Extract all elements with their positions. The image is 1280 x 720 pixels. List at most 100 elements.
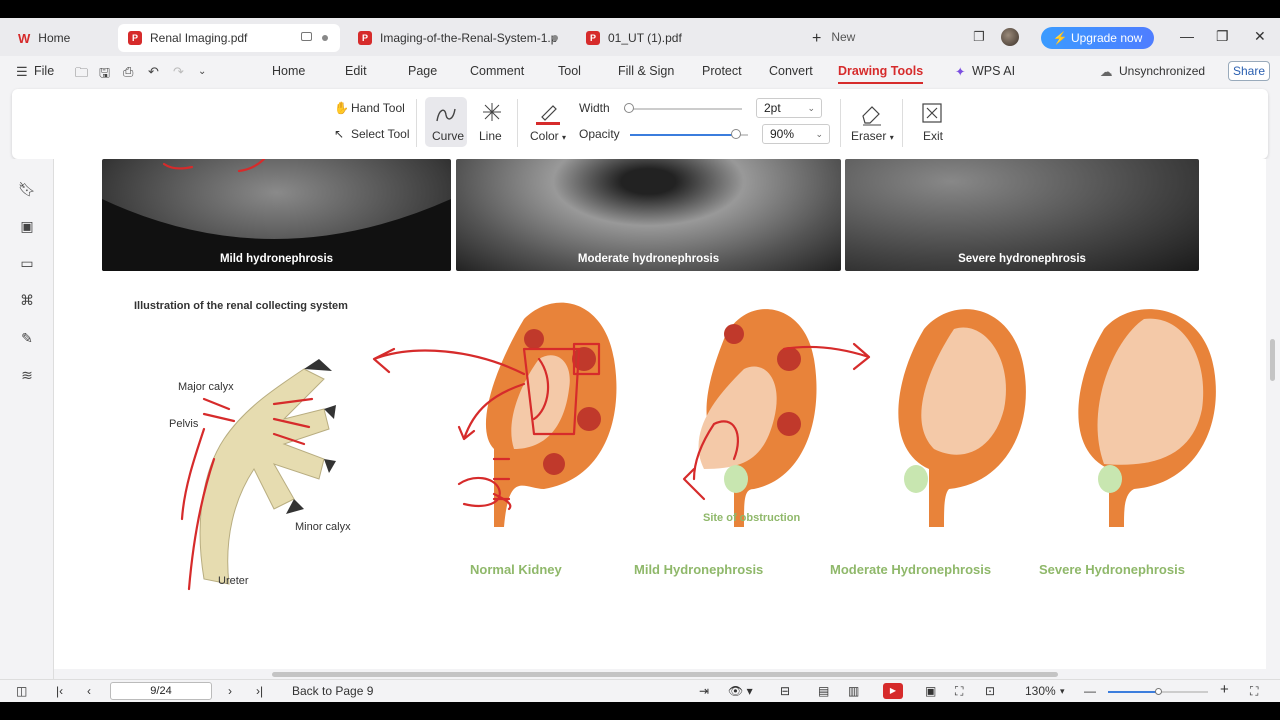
hamburger-icon[interactable]: ☰ <box>16 64 28 80</box>
vertical-scrollbar-thumb[interactable] <box>1270 339 1275 381</box>
minimize-icon[interactable]: — <box>1180 28 1194 44</box>
zoom-out-icon[interactable]: — <box>1084 684 1096 698</box>
chevron-down-icon: ⌄ <box>807 103 815 113</box>
exit-label: Exit <box>923 129 944 143</box>
window-layout-icon[interactable]: ❐ <box>972 30 986 44</box>
color-button[interactable]: Color ▾ <box>527 97 569 147</box>
tab-imaging-label: Imaging-of-the-Renal-System-1.p <box>380 31 558 45</box>
menu-comment[interactable]: Comment <box>470 64 524 78</box>
play-slideshow-icon[interactable]: ▶ <box>883 683 903 699</box>
first-page-icon[interactable]: |‹ <box>56 684 63 698</box>
ink-annotations[interactable] <box>54 159 1266 669</box>
color-swatch <box>536 122 560 125</box>
curve-icon <box>436 108 456 122</box>
horizontal-scrollbar-thumb[interactable] <box>272 672 1058 677</box>
menu-page[interactable]: Page <box>408 64 437 78</box>
left-sidebar: 🔖︎ ▣ ▭ ⌘ ✎ ≋ <box>0 159 54 679</box>
pdf-icon: P <box>586 31 600 45</box>
upgrade-button[interactable]: ⚡ Upgrade now <box>1041 27 1154 49</box>
menu-tool[interactable]: Tool <box>558 64 581 78</box>
chevron-down-icon[interactable]: ⌄ <box>198 66 206 77</box>
export-icon[interactable]: ⇥ <box>699 684 709 698</box>
menu-protect[interactable]: Protect <box>702 64 742 78</box>
menu-edit[interactable]: Edit <box>345 64 367 78</box>
tab-01-ut[interactable]: P 01_UT (1).pdf <box>576 24 798 52</box>
tab-renal-imaging[interactable]: P Renal Imaging.pdf <box>118 24 340 52</box>
plus-icon: + <box>812 30 822 47</box>
vertical-scrollbar[interactable] <box>1266 159 1280 679</box>
tab-home-label: Home <box>38 31 71 45</box>
status-bar: ◫ |‹ ‹ 9/24 › ›| Back to Page 9 ⇥ 👁︎ ▾ ⊟… <box>0 679 1280 702</box>
document-page[interactable]: Mild hydronephrosis Moderate hydronephro… <box>54 159 1266 669</box>
monitor-icon[interactable] <box>301 32 312 41</box>
divider <box>840 99 841 147</box>
chevron-down-icon[interactable]: ▾ <box>1060 686 1065 697</box>
single-page-icon[interactable]: ▤ <box>818 684 829 698</box>
menu-file[interactable]: File <box>34 64 54 78</box>
restore-icon[interactable]: ❐ <box>1216 28 1229 45</box>
signature-icon[interactable]: ✎ <box>18 330 36 348</box>
hand-tool-button[interactable]: Hand Tool <box>351 101 405 115</box>
unsaved-dot-icon[interactable] <box>552 35 558 41</box>
opacity-slider-knob[interactable] <box>731 129 742 139</box>
cursor-icon: ↖ <box>334 127 345 141</box>
attachment-icon[interactable]: ⌘ <box>18 292 36 310</box>
wps-pdf-window: W Home P Renal Imaging.pdf P Imaging-of-… <box>0 18 1280 702</box>
last-page-icon[interactable]: ›| <box>256 684 263 698</box>
opacity-slider-fill <box>630 134 737 136</box>
share-button[interactable]: Share <box>1228 61 1270 81</box>
prev-page-icon[interactable]: ‹ <box>87 684 91 698</box>
next-page-icon[interactable]: › <box>228 684 232 698</box>
eraser-button[interactable]: Eraser ▾ <box>848 97 894 147</box>
chevron-down-icon: ▾ <box>562 133 567 142</box>
save-icon[interactable]: 🖫 <box>99 64 110 86</box>
zoom-slider-knob[interactable] <box>1155 688 1162 695</box>
redo-icon[interactable]: ↷ <box>173 64 184 80</box>
layers-icon[interactable]: ≋ <box>18 367 36 385</box>
zoom-level[interactable]: 130% <box>1025 684 1056 698</box>
menu-wps-ai[interactable]: WPS AI <box>972 64 1015 78</box>
menu-fill-sign[interactable]: Fill & Sign <box>618 64 674 78</box>
select-tool-button[interactable]: Select Tool <box>351 127 409 141</box>
new-tab-label: New <box>831 30 856 44</box>
fullscreen-icon[interactable]: ⛶ <box>955 684 963 699</box>
tab-home[interactable]: W Home <box>8 24 112 52</box>
new-tab-button[interactable]: + New <box>812 30 855 48</box>
two-page-icon[interactable]: ▥ <box>848 684 859 698</box>
back-to-page-link[interactable]: Back to Page 9 <box>292 684 373 698</box>
thumbnail-icon[interactable]: ▣ <box>18 218 36 236</box>
page-number-input[interactable]: 9/24 <box>110 682 212 700</box>
curve-button[interactable]: Curve <box>425 97 467 147</box>
tab-imaging-renal-system[interactable]: P Imaging-of-the-Renal-System-1.p <box>348 24 570 52</box>
eye-icon[interactable]: 👁︎ ▾ <box>728 684 753 698</box>
menu-convert[interactable]: Convert <box>769 64 813 78</box>
color-label-text: Color <box>530 129 559 143</box>
unsaved-dot-icon[interactable] <box>322 35 328 41</box>
line-button[interactable]: Line <box>474 97 510 147</box>
close-icon[interactable]: ✕ <box>1254 28 1266 45</box>
menu-drawing-tools[interactable]: Drawing Tools <box>838 64 924 84</box>
tab-ut-label: 01_UT (1).pdf <box>608 31 682 45</box>
comment-icon[interactable]: ▭ <box>18 255 36 273</box>
print-icon[interactable]: ⎙ <box>123 64 133 80</box>
divider <box>517 99 518 147</box>
crop-icon[interactable]: ⊡ <box>985 684 995 698</box>
avatar[interactable] <box>1001 28 1019 46</box>
fit-width-icon[interactable]: ⊟ <box>780 684 790 698</box>
width-slider-knob[interactable] <box>624 103 634 113</box>
width-slider[interactable] <box>624 108 742 110</box>
reading-mode-icon[interactable]: ▣ <box>925 684 936 698</box>
exit-button[interactable]: Exit <box>916 97 950 147</box>
width-select[interactable]: 2pt ⌄ <box>756 98 822 118</box>
open-folder-icon[interactable]: 🗀 <box>75 64 88 86</box>
divider <box>416 99 417 147</box>
menu-home[interactable]: Home <box>272 64 305 78</box>
opacity-select[interactable]: 90% ⌄ <box>762 124 830 144</box>
bookmark-icon[interactable]: 🔖︎ <box>18 181 36 199</box>
unsynchronized-status[interactable]: Unsynchronized <box>1119 64 1205 78</box>
undo-icon[interactable]: ↶ <box>148 64 159 80</box>
zoom-in-icon[interactable]: + <box>1220 681 1229 698</box>
sidebar-toggle-icon[interactable]: ◫ <box>16 684 27 698</box>
eraser-icon <box>862 106 881 126</box>
fit-screen-icon[interactable]: ⛶ <box>1250 684 1258 699</box>
